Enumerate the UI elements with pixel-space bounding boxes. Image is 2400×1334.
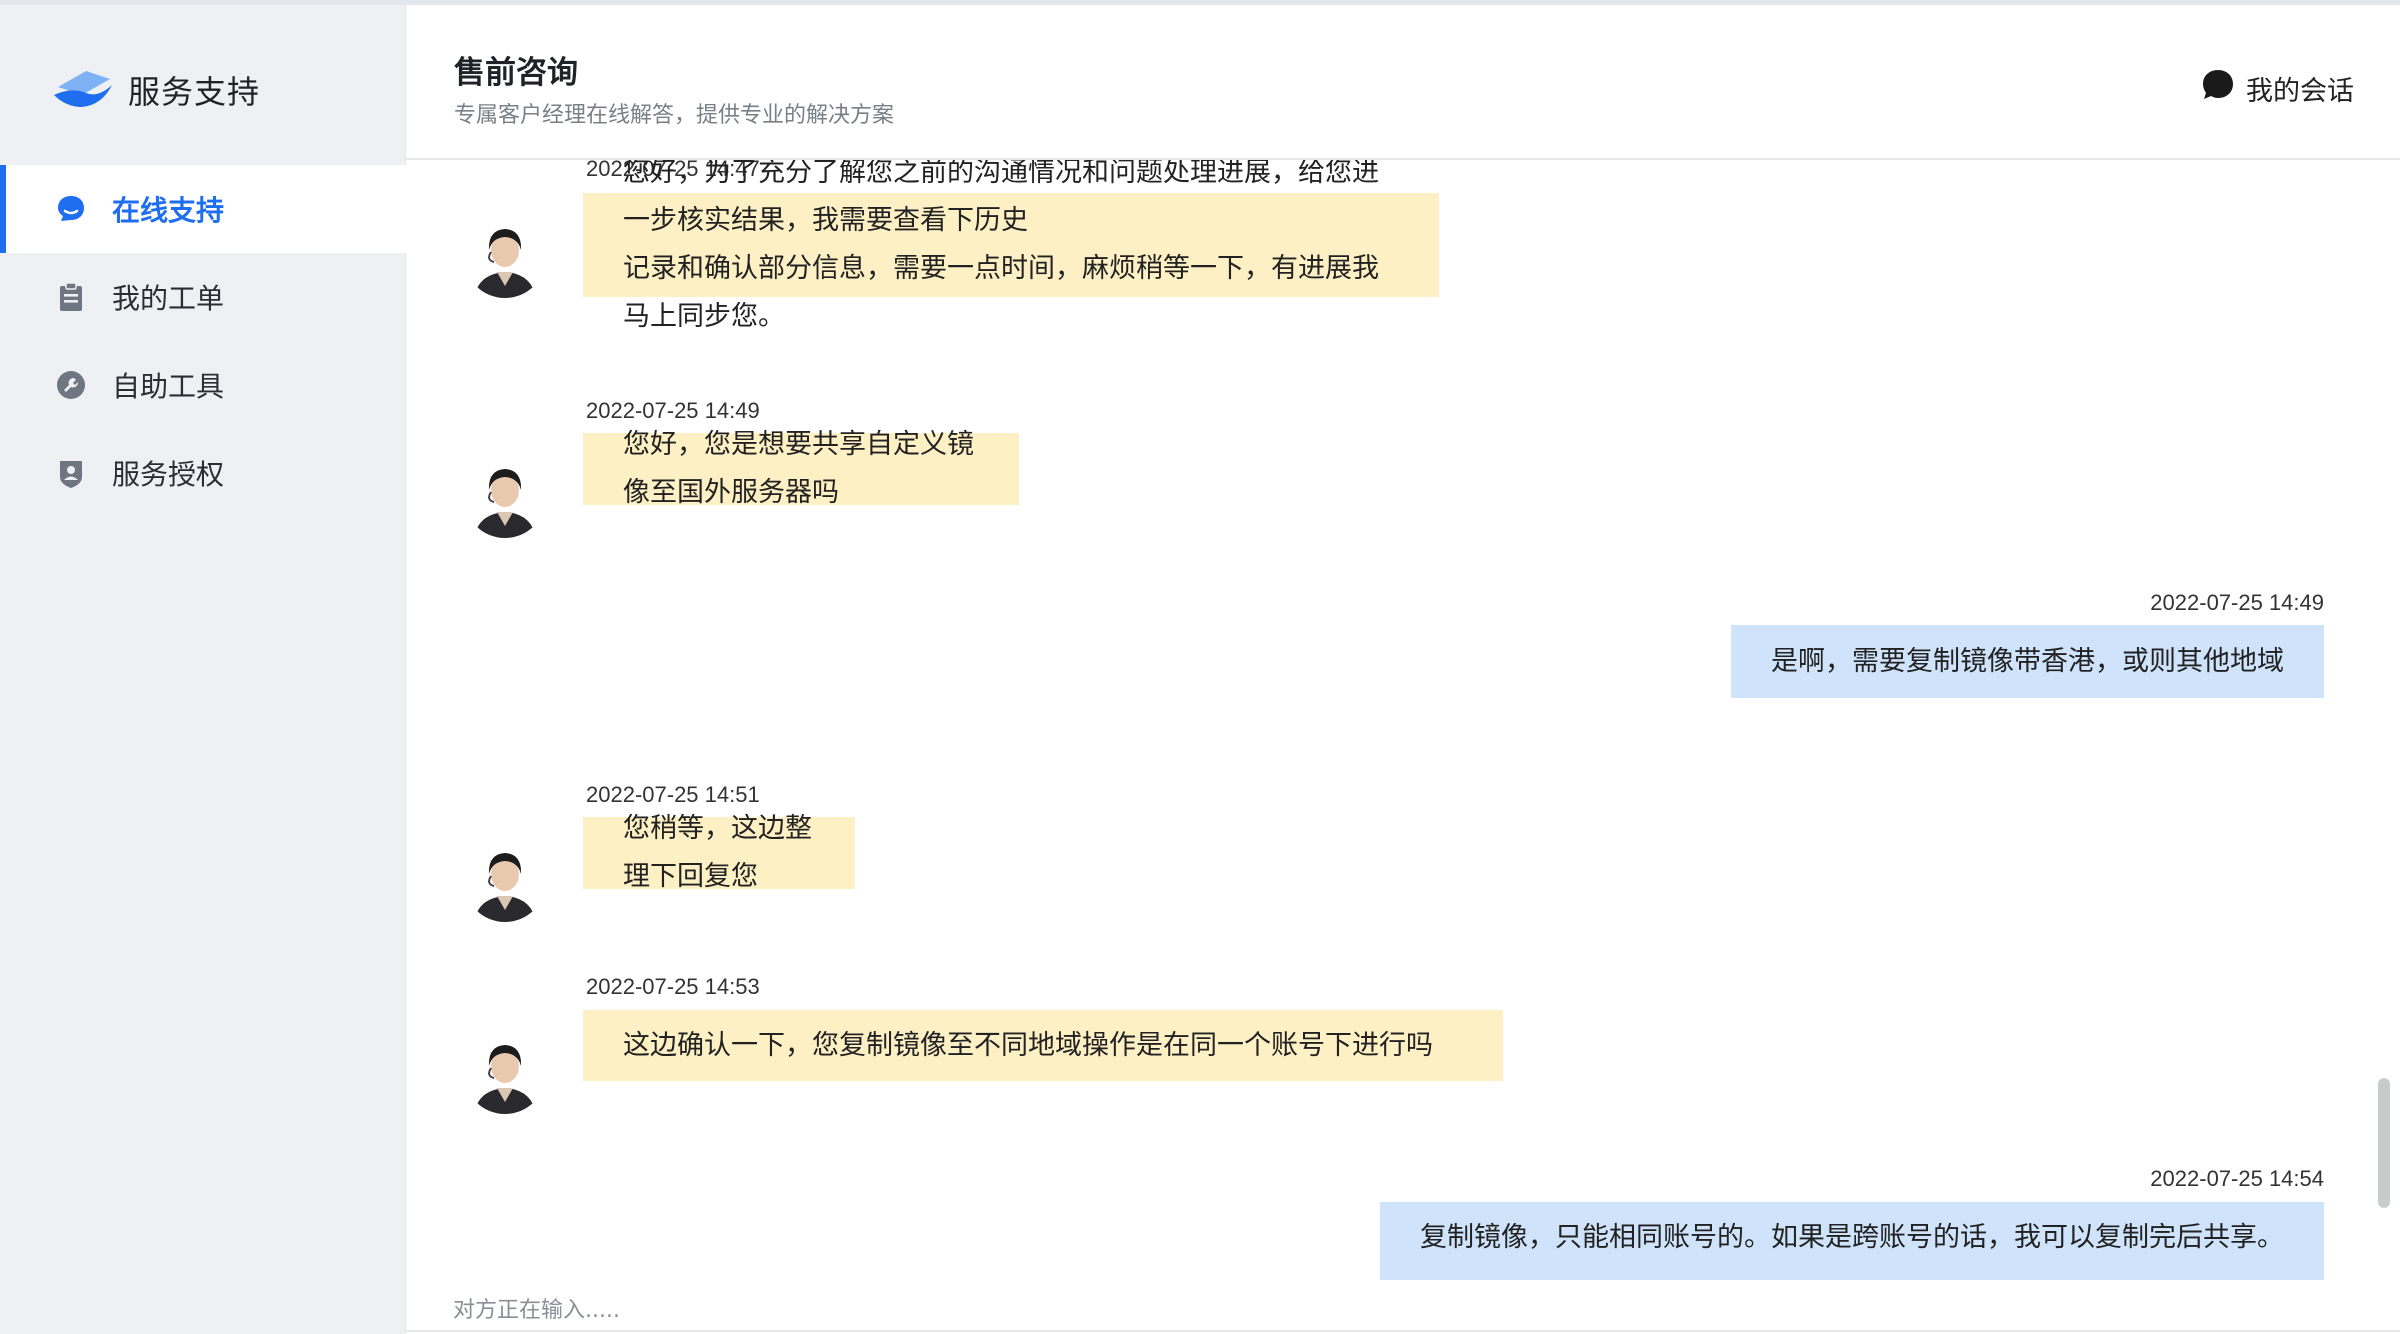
message-timestamp: 2022-07-25 14:53 (586, 974, 760, 999)
agent-avatar (464, 216, 546, 298)
page-subtitle: 专属客户经理在线解答，提供专业的解决方案 (454, 103, 895, 128)
sidebar-item-label: 在线支持 (112, 194, 225, 227)
clipboard-icon (54, 280, 88, 314)
message-timestamp: 2022-07-25 14:49 (2150, 590, 2324, 615)
sidebar-item-online-support[interactable]: 在线支持 (0, 165, 406, 253)
brand: 服务支持 (52, 60, 260, 120)
sidebar-nav: 在线支持 我的工单 自助工具 服务授权 (0, 165, 406, 517)
agent-message-bubble: 您稍等，这边整理下回复您 (583, 813, 855, 892)
chat-message-list[interactable]: 2022-07-25 14:47 您好，为了充分了解您之前的沟通情况和问题处理进… (406, 160, 2400, 1280)
sidebar-item-label: 服务授权 (112, 458, 225, 491)
brand-title: 服务支持 (128, 73, 261, 111)
agent-avatar (464, 1032, 546, 1114)
message-line: 您好，您是想要共享自定义镜像至国外服务器吗 (623, 429, 974, 508)
user-message-bubble: 复制镜像，只能相同账号的。如果是跨账号的话，我可以复制完后共享。 (1380, 1202, 2324, 1280)
user-message-bubble: 是啊，需要复制镜像带香港，或则其他地域 (1731, 625, 2324, 698)
divider (406, 1330, 2400, 1332)
message-line: 您稍等，这边整理下回复您 (623, 813, 812, 892)
agent-message-bubble: 您好，为了充分了解您之前的沟通情况和问题处理进展，给您进一步核实结果，我需要查看… (583, 160, 1439, 332)
agent-message-bubble: 您好，您是想要共享自定义镜像至国外服务器吗 (583, 429, 1019, 508)
message-line: 记录和确认部分信息，需要一点时间，麻烦稍等一下，有进展我马上同步您。 (623, 253, 1379, 332)
wrench-icon (54, 368, 88, 402)
sidebar-item-service-auth[interactable]: 服务授权 (0, 429, 406, 517)
sidebar-item-self-service[interactable]: 自助工具 (0, 341, 406, 429)
speech-bubble-icon (2200, 67, 2236, 110)
typing-indicator: 对方正在输入..... (453, 1298, 620, 1323)
page-title: 售前咨询 (454, 55, 578, 91)
agent-message-bubble: 这边确认一下，您复制镜像至不同地域操作是在同一个账号下进行吗 (583, 1010, 1503, 1081)
agent-avatar-icon (464, 840, 546, 922)
my-session-label: 我的会话 (2246, 76, 2354, 107)
agent-avatar-icon (464, 456, 546, 538)
message-line: 复制镜像，只能相同账号的。如果是跨账号的话，我可以复制完后共享。 (1420, 1222, 2284, 1253)
agent-avatar-icon (464, 216, 546, 298)
chat-bubble-icon (54, 192, 88, 226)
sidebar-item-label: 自助工具 (112, 370, 225, 403)
sidebar-item-my-tickets[interactable]: 我的工单 (0, 253, 406, 341)
logo-icon (52, 65, 114, 115)
message-line: 这边确认一下，您复制镜像至不同地域操作是在同一个账号下进行吗 (623, 1029, 1433, 1061)
message-line: 是啊，需要复制镜像带香港，或则其他地域 (1771, 645, 2284, 677)
agent-avatar (464, 840, 546, 922)
badge-user-icon (54, 456, 88, 490)
chat-scrollbar-thumb[interactable] (2378, 1078, 2390, 1208)
sidebar-item-label: 我的工单 (112, 282, 225, 315)
agent-avatar-icon (464, 1032, 546, 1114)
sidebar: 服务支持 在线支持 我的工单 自助工具 服务授权 (0, 5, 406, 1334)
message-line: 您好，为了充分了解您之前的沟通情况和问题处理进展，给您进一步核实结果，我需要查看… (623, 160, 1379, 236)
message-timestamp: 2022-07-25 14:54 (2150, 1166, 2324, 1191)
my-session-button[interactable]: 我的会话 (2190, 67, 2354, 110)
page-header: 售前咨询 专属客户经理在线解答，提供专业的解决方案 我的会话 (406, 5, 2400, 160)
agent-avatar (464, 456, 546, 538)
status-bar (406, 1280, 2400, 1330)
